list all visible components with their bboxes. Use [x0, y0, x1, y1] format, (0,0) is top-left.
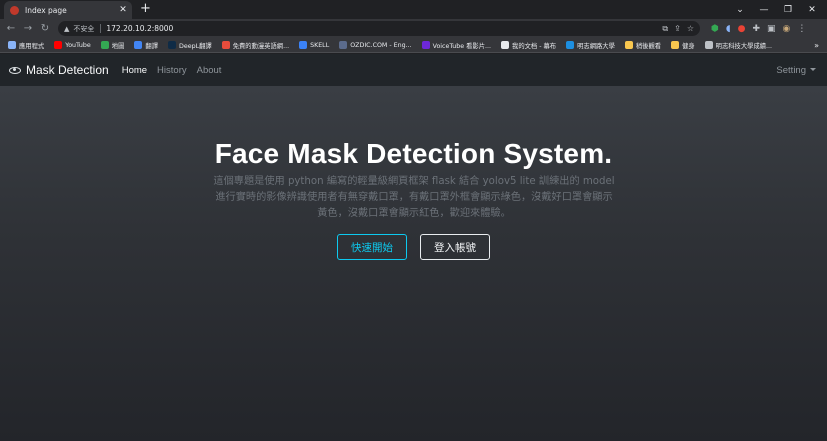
bookmark-label: VoiceTube 看影片...: [432, 42, 492, 50]
bookmark-item[interactable]: 明志科技大學成績...: [704, 41, 773, 50]
side-panel-icon[interactable]: ▣: [767, 24, 776, 34]
omnibox-divider: [100, 24, 102, 33]
bookmark-label: OZDIC.COM - Eng...: [350, 41, 412, 49]
bookmark-label: 我的文档 - 幕布: [512, 42, 557, 50]
bookmark-label: 明志網路大學: [577, 42, 615, 50]
bookmark-label: DeepL翻譯: [178, 42, 212, 50]
read-aloud-extension-icon[interactable]: ◖: [726, 24, 731, 34]
bookmark-item[interactable]: SKELL: [299, 41, 329, 49]
browser-menu-icon[interactable]: ⋮: [797, 24, 806, 34]
bookmarks-overflow-icon[interactable]: »: [814, 38, 819, 53]
caret-down-icon: [810, 68, 816, 72]
address-bar[interactable]: ▲ 不安全 172.20.10.2:8000 ⧉ ⇪ ☆: [58, 21, 700, 36]
bookmark-item[interactable]: VoiceTube 看影片...: [421, 41, 492, 50]
hero-description: 這個專題是使用 python 編寫的輕量級網頁框架 flask 結合 yolov…: [213, 176, 615, 219]
tab-search-icon[interactable]: ⌄: [728, 5, 752, 15]
shield-extension-icon[interactable]: ⬢: [711, 24, 719, 34]
folder-icon: [671, 41, 680, 49]
red-extension-icon[interactable]: ●: [738, 24, 746, 34]
site-navbar: Mask Detection Home History About Settin…: [0, 54, 827, 86]
bookmark-item[interactable]: 應用程式: [8, 41, 44, 50]
ozdic-icon: [339, 41, 348, 49]
hero-title: Face Mask Detection System.: [214, 138, 613, 169]
nav-home[interactable]: Home: [122, 65, 147, 76]
profile-avatar-icon[interactable]: ◉: [783, 24, 791, 34]
bookmark-label: 應用程式: [19, 42, 45, 50]
bookmark-label: 翻譯: [145, 42, 158, 50]
hero-section: Face Mask Detection System. 這個專題是使用 pyth…: [0, 86, 827, 441]
warning-icon: ▲: [64, 24, 70, 33]
bookmark-item[interactable]: 我的文档 - 幕布: [501, 41, 556, 50]
bookmark-item[interactable]: OZDIC.COM - Eng...: [339, 41, 412, 49]
maps-pin-icon: [100, 41, 109, 49]
quick-start-button[interactable]: 快速開始: [337, 234, 407, 260]
window-close-icon[interactable]: ✕: [800, 5, 824, 15]
forward-icon[interactable]: →: [21, 21, 35, 36]
bookmark-label: YouTube: [65, 41, 91, 49]
back-icon[interactable]: ←: [4, 21, 18, 36]
setting-label: Setting: [776, 64, 806, 76]
bookmark-item[interactable]: 免費的動漫英語網...: [221, 41, 290, 50]
apps-grid-icon: [8, 41, 16, 49]
deepl-icon: [167, 41, 176, 49]
minimize-icon[interactable]: —: [752, 5, 776, 15]
bookmark-item[interactable]: 健身: [671, 41, 695, 50]
bookmark-label: 稍後觀看: [635, 42, 662, 50]
skell-icon: [299, 41, 308, 49]
translate-page-icon[interactable]: ⧉: [662, 24, 668, 34]
eye-icon: [9, 66, 21, 74]
mubu-icon: [501, 41, 510, 49]
bookmark-label: 明志科技大學成績...: [715, 42, 773, 50]
bookmark-item[interactable]: DeepL翻譯: [167, 41, 212, 50]
youtube-icon: [54, 41, 63, 49]
new-tab-button[interactable]: +: [140, 1, 151, 17]
bookmark-item[interactable]: YouTube: [54, 41, 91, 49]
extensions-puzzle-icon[interactable]: ✚: [752, 24, 760, 34]
url-text[interactable]: 172.20.10.2:8000: [106, 24, 173, 33]
nav-history[interactable]: History: [157, 65, 187, 76]
restore-icon[interactable]: ❐: [776, 5, 800, 15]
bookmark-item[interactable]: 地圖: [100, 41, 125, 50]
bookmark-item[interactable]: 明志網路大學: [566, 41, 615, 50]
security-label: 不安全: [73, 24, 95, 33]
voicetube-icon: [421, 41, 430, 49]
tab-title: Index page: [25, 5, 67, 15]
bookmark-star-icon[interactable]: ☆: [687, 24, 694, 33]
mcut-online-icon: [566, 41, 575, 49]
login-button[interactable]: 登入帳號: [420, 234, 490, 260]
bookmark-label: SKELL: [310, 41, 330, 49]
setting-dropdown[interactable]: Setting: [776, 65, 816, 76]
bookmark-label: 地圖: [111, 42, 125, 50]
translate-icon: [134, 41, 143, 49]
nav-about[interactable]: About: [197, 65, 222, 76]
browser-tab[interactable]: Index page ✕: [4, 1, 132, 19]
bookmark-item[interactable]: 稍後觀看: [624, 41, 662, 50]
folder-icon: [624, 41, 633, 49]
bookmark-label: 免費的動漫英語網...: [232, 42, 290, 50]
globe-icon: [704, 41, 713, 49]
bookmarks-bar: 應用程式 YouTube 地圖 翻譯 DeepL翻譯 免費的動漫英語網... SKELL OZ…: [0, 38, 827, 53]
browser-toolbar: ← → ↻ ▲ 不安全 172.20.10.2:8000 ⧉ ⇪ ☆ ⬢ ◖ ●…: [0, 19, 827, 38]
tab-favicon-icon: [10, 5, 19, 15]
bookmark-label: 健身: [682, 42, 695, 50]
brand-link[interactable]: Mask Detection: [26, 63, 109, 77]
browser-title-bar: Index page ✕ + ⌄ — ❐ ✕: [0, 0, 827, 19]
window-controls: ⌄ — ❐ ✕: [728, 0, 824, 19]
tab-close-icon[interactable]: ✕: [118, 5, 128, 15]
extensions-area: ⬢ ◖ ● ✚ ▣ ◉ ⋮: [704, 21, 806, 36]
omnibox-actions: ⧉ ⇪ ☆: [656, 21, 694, 36]
anime-english-icon: [221, 41, 230, 49]
share-icon[interactable]: ⇪: [674, 24, 681, 33]
reload-icon[interactable]: ↻: [38, 21, 52, 36]
bookmark-item[interactable]: 翻譯: [134, 41, 158, 50]
